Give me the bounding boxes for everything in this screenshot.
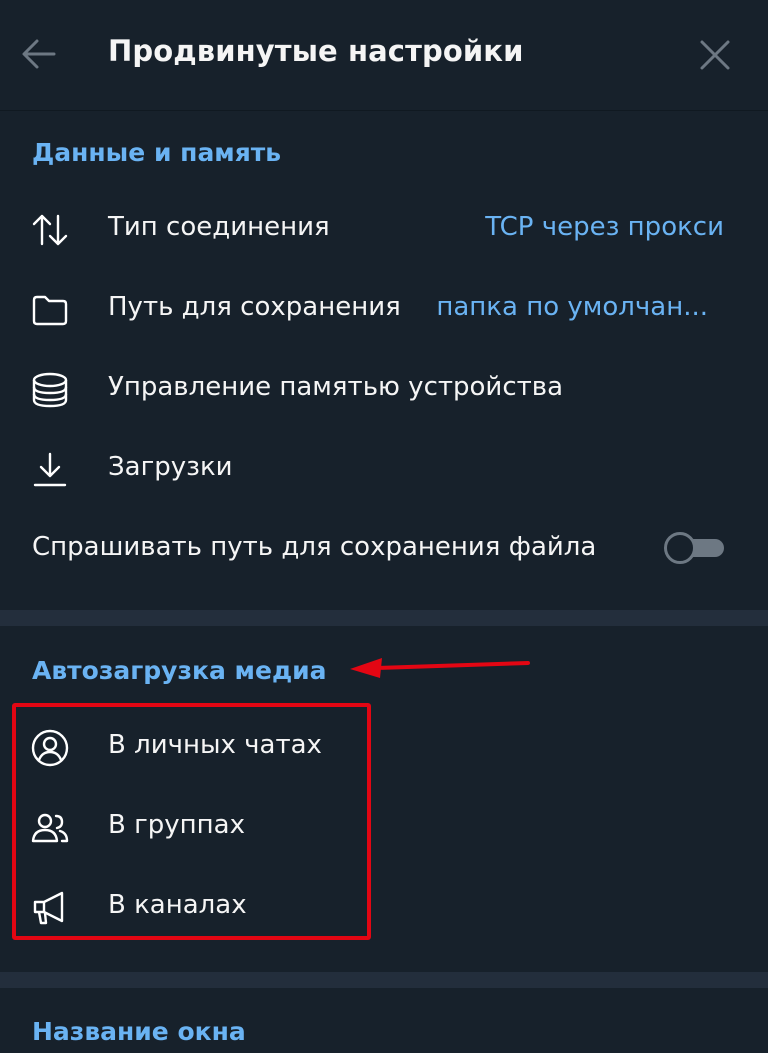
connection-type-row[interactable]: Тип соединения TCP через прокси (0, 190, 768, 270)
downloads-label: Загрузки (108, 452, 233, 482)
download-icon (30, 450, 70, 490)
ask-save-path-toggle[interactable] (664, 532, 726, 564)
header: Продвинутые настройки (0, 0, 768, 111)
section-title-data-memory: Данные и память (32, 138, 282, 167)
storage-management-label: Управление памятью устройства (108, 372, 564, 402)
user-circle-icon (30, 728, 70, 768)
arrows-up-down-icon (30, 210, 70, 250)
save-path-row[interactable]: Путь для сохранения папка по умолчан... (0, 270, 768, 350)
ask-save-path-row[interactable]: Спрашивать путь для сохранения файла (0, 510, 768, 590)
page-title: Продвинутые настройки (108, 34, 524, 68)
advanced-settings-panel: Продвинутые настройки Данные и память Ти… (0, 0, 768, 1053)
autodownload-private-chats-row[interactable]: В личных чатах (0, 708, 768, 788)
connection-type-label: Тип соединения (108, 212, 330, 242)
section-title-autodownload: Автозагрузка медиа (32, 656, 327, 685)
annotation-arrow-icon (348, 650, 532, 680)
section-title-window-title: Название окна (32, 1017, 246, 1046)
autodownload-channels-row[interactable]: В каналах (0, 868, 768, 948)
save-path-label: Путь для сохранения (108, 292, 401, 322)
autodownload-groups-row[interactable]: В группах (0, 788, 768, 868)
ask-save-path-label: Спрашивать путь для сохранения файла (32, 532, 597, 562)
arrow-left-icon[interactable] (20, 36, 58, 72)
save-path-value[interactable]: папка по умолчан... (436, 292, 708, 322)
groups-label: В группах (108, 810, 245, 840)
downloads-row[interactable]: Загрузки (0, 430, 768, 510)
section-divider (0, 610, 768, 626)
toggle-knob (664, 532, 696, 564)
users-icon (30, 808, 70, 848)
close-icon[interactable] (698, 38, 732, 72)
database-icon (30, 370, 70, 410)
section-divider (0, 972, 768, 988)
connection-type-value[interactable]: TCP через прокси (485, 212, 724, 242)
channels-label: В каналах (108, 890, 247, 920)
private-chats-label: В личных чатах (108, 730, 322, 760)
megaphone-icon (30, 888, 70, 928)
folder-icon (30, 290, 70, 330)
storage-management-row[interactable]: Управление памятью устройства (0, 350, 768, 430)
